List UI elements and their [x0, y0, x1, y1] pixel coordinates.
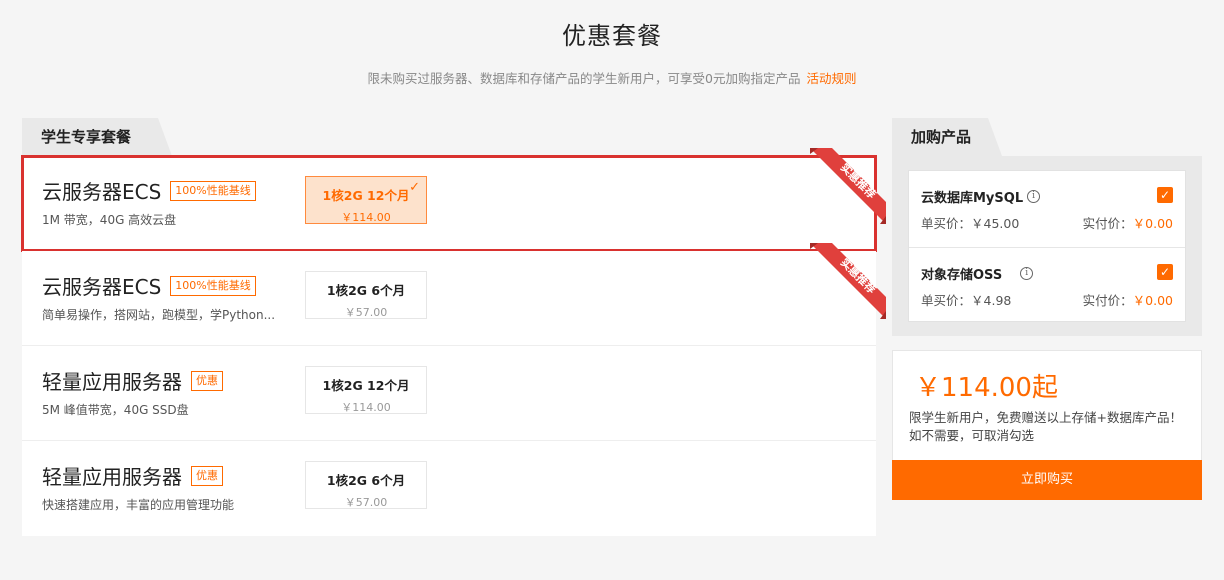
check-icon: ✓ [409, 180, 420, 195]
unit-price: 单买价：￥4.98 [921, 290, 1011, 309]
addon-checkbox[interactable]: ✓ [1157, 264, 1173, 280]
actual-price: 实付价：￥0.00 [1083, 213, 1173, 232]
spec-label: 1核2G 12个月 [322, 188, 410, 203]
info-icon[interactable]: i [1027, 190, 1041, 203]
spec-label: 1核2G 6个月 [326, 283, 406, 298]
package-desc: 5M 峰值带宽，40G SSD盘 [42, 403, 189, 417]
addon-name: 对象存储OSS [921, 268, 1003, 283]
addon-item: 对象存储OSS i ✓ 单买价：￥4.98 实付价：￥0.00 [909, 247, 1185, 323]
package-row[interactable]: 云服务器ECS 100%性能基线 简单易操作，搭网站，跑模型，学Python..… [22, 251, 876, 346]
actual-price-label: 实付价： [1082, 293, 1133, 308]
discount-badge: 优惠 [191, 465, 223, 486]
spec-price: ￥57.00 [344, 306, 388, 319]
package-row[interactable]: 轻量应用服务器 优惠 快速搭建应用，丰富的应用管理功能 1核2G 6个月 ￥57… [22, 441, 876, 536]
addon-name: 云数据库MySQL [921, 191, 1024, 206]
package-name: 云服务器ECS [42, 180, 162, 204]
package-name-wrap: 轻量应用服务器 优惠 [42, 366, 223, 395]
page-title: 优惠套餐 [562, 22, 662, 50]
package-name: 云服务器ECS [42, 275, 162, 299]
info-icon[interactable]: i [1020, 267, 1034, 280]
spec-price: ￥114.00 [341, 211, 391, 224]
spec-label: 1核2G 6个月 [326, 473, 406, 488]
package-name: 轻量应用服务器 [42, 465, 182, 489]
package-list: 云服务器ECS 100%性能基线 1M 带宽，40G 高效云盘 1核2G 12个… [21, 155, 877, 536]
spec-price: ￥57.00 [344, 496, 388, 509]
total-note: 限学生新用户，免费赠送以上存储+数据库产品！如不需要，可取消勾选 [909, 410, 1182, 443]
subtitle-text: 限未购买过服务器、数据库和存储产品的学生新用户，可享受0元加购指定产品 [367, 71, 801, 86]
addon-name-wrap: 云数据库MySQL i [921, 187, 1041, 206]
package-name-wrap: 云服务器ECS 100%性能基线 [42, 176, 256, 205]
addon-item: 云数据库MySQL i ✓ 单买价：￥45.00 实付价：￥0.00 [909, 171, 1185, 247]
package-row[interactable]: 云服务器ECS 100%性能基线 1M 带宽，40G 高效云盘 1核2G 12个… [21, 155, 877, 252]
unit-price: 单买价：￥45.00 [921, 213, 1019, 232]
actual-price: 实付价：￥0.00 [1083, 290, 1173, 309]
addon-panel: 云数据库MySQL i ✓ 单买价：￥45.00 实付价：￥0.00 对象存储O… [892, 156, 1202, 336]
performance-badge: 100%性能基线 [170, 275, 256, 296]
addon-tab: 加购产品 [892, 118, 1002, 156]
package-desc: 简单易操作，搭网站，跑模型，学Python... [42, 308, 276, 322]
spec-option[interactable]: 1核2G 12个月 ￥114.00 [305, 366, 427, 414]
package-name-wrap: 轻量应用服务器 优惠 [42, 461, 223, 490]
unit-price-value: ￥45.00 [971, 216, 1020, 231]
actual-price-label: 实付价： [1082, 216, 1133, 231]
total-price: ￥114.00起 [915, 373, 1058, 403]
student-package-tab: 学生专享套餐 [22, 118, 172, 156]
discount-badge: 优惠 [191, 370, 223, 391]
spec-label: 1核2G 12个月 [322, 378, 410, 393]
package-desc: 快速搭建应用，丰富的应用管理功能 [42, 498, 235, 512]
package-name-wrap: 云服务器ECS 100%性能基线 [42, 271, 256, 300]
addon-list: 云数据库MySQL i ✓ 单买价：￥45.00 实付价：￥0.00 对象存储O… [908, 170, 1186, 322]
recommend-ribbon: 实惠推荐 [810, 243, 886, 319]
rules-link[interactable]: 活动规则 [806, 71, 856, 86]
unit-price-value: ￥4.98 [971, 293, 1012, 308]
addon-name-wrap: 对象存储OSS i [921, 264, 1034, 283]
subtitle: 限未购买过服务器、数据库和存储产品的学生新用户，可享受0元加购指定产品 活动规则 [0, 68, 1224, 87]
actual-price-value: ￥0.00 [1132, 216, 1173, 231]
unit-price-label: 单买价： [921, 293, 972, 308]
package-row[interactable]: 轻量应用服务器 优惠 5M 峰值带宽，40G SSD盘 1核2G 12个月 ￥1… [22, 346, 876, 441]
spec-option[interactable]: 1核2G 6个月 ￥57.00 [305, 271, 427, 319]
package-name: 轻量应用服务器 [42, 370, 182, 394]
spec-option[interactable]: 1核2G 12个月 ￥114.00 ✓ [305, 176, 427, 224]
spec-price: ￥114.00 [341, 401, 391, 414]
unit-price-label: 单买价： [921, 216, 972, 231]
recommend-ribbon: 实惠推荐 [810, 148, 886, 224]
actual-price-value: ￥0.00 [1132, 293, 1173, 308]
buy-now-button[interactable]: 立即购买 [892, 460, 1202, 500]
spec-option[interactable]: 1核2G 6个月 ￥57.00 [305, 461, 427, 509]
package-desc: 1M 带宽，40G 高效云盘 [42, 213, 177, 227]
addon-checkbox[interactable]: ✓ [1157, 187, 1173, 203]
performance-badge: 100%性能基线 [170, 180, 256, 201]
